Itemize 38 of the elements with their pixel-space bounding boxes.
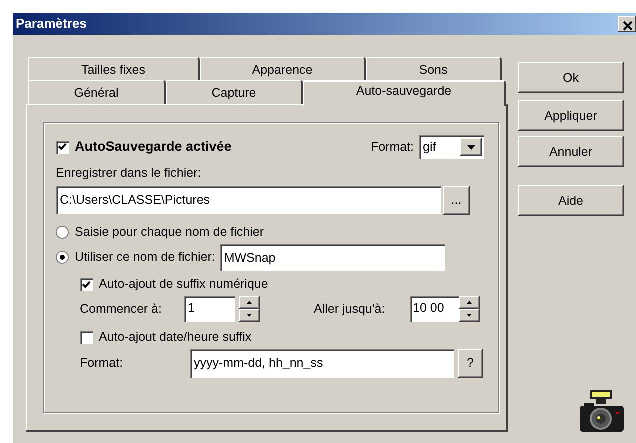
tab[interactable]: Capture [166, 80, 303, 104]
start-label: Commencer à: [80, 302, 163, 316]
end-label: Aller jusqu'à: [314, 302, 386, 316]
checkbox[interactable] [80, 278, 93, 291]
radio-label: Saisie pour chaque nom de fichier [75, 225, 264, 240]
dialog-button[interactable]: Annuler [518, 136, 624, 167]
radio-label: Utiliser ce nom de fichier: [75, 250, 216, 265]
tab[interactable]: Apparence [200, 57, 366, 81]
format-label: Format: [370, 140, 414, 154]
camera-icon [580, 388, 624, 434]
close-button[interactable] [618, 16, 636, 32]
path-field[interactable]: C:\Users\CLASSE\Pictures [56, 186, 441, 214]
end-field[interactable]: 10 00 [410, 296, 459, 322]
checkbox[interactable] [56, 140, 69, 154]
spinner[interactable] [459, 296, 480, 322]
tab[interactable]: Auto-sauvegarde [303, 80, 506, 106]
format-label: Format: [80, 356, 124, 371]
dialog-button[interactable]: Ok [518, 62, 624, 93]
checkbox-label: Auto-ajout de suffix numérique [99, 277, 268, 292]
date-format-field[interactable]: yyyy-mm-dd, hh_nn_ss [190, 349, 454, 378]
radio-button[interactable] [56, 251, 69, 264]
tab[interactable]: Général [28, 80, 166, 104]
field-label: Enregistrer dans le fichier: [56, 166, 202, 181]
dialog-button[interactable]: Aide [518, 185, 624, 216]
checkbox-label: Auto-ajout date/heure suffix [99, 330, 252, 345]
tab[interactable]: Tailles fixes [28, 57, 200, 81]
window-title: Paramètres [16, 16, 87, 33]
filename-field[interactable]: MWSnap [220, 244, 446, 271]
radio-button[interactable] [56, 226, 69, 239]
format-dropdown[interactable]: gif [419, 135, 484, 159]
checkbox[interactable] [80, 331, 93, 344]
checkbox-label: AutoSauvegarde activée [75, 138, 232, 156]
dialog-button[interactable]: Appliquer [518, 100, 624, 131]
spinner[interactable] [239, 296, 260, 322]
tab[interactable]: Sons [366, 57, 502, 81]
start-field[interactable]: 1 [184, 296, 235, 322]
help-button[interactable]: ? [458, 349, 483, 378]
browse-button[interactable]: ... [443, 186, 470, 215]
